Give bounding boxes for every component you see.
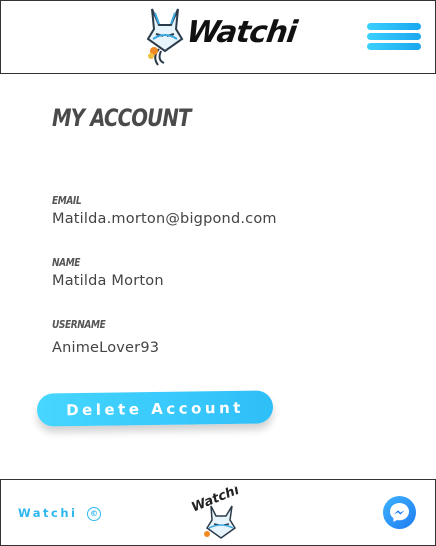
messenger-icon[interactable] bbox=[383, 496, 416, 529]
delete-account-button[interactable]: Delete Account bbox=[36, 390, 274, 427]
email-label: Email bbox=[52, 194, 82, 207]
site-header: Watchi bbox=[0, 0, 436, 74]
menu-bar bbox=[367, 33, 421, 40]
hamburger-menu-icon[interactable] bbox=[367, 23, 421, 51]
copyright-icon: © bbox=[87, 506, 101, 521]
username-value: AnimeLover93 bbox=[52, 340, 160, 356]
fox-mask-logo-icon[interactable] bbox=[144, 5, 186, 71]
menu-bar bbox=[367, 43, 421, 50]
page-title: My Account bbox=[52, 104, 191, 132]
footer-brand-text: Watchi bbox=[18, 506, 78, 520]
brand-wordmark[interactable]: Watchi bbox=[185, 15, 299, 50]
footer-brand[interactable]: Watchi © bbox=[18, 506, 101, 521]
menu-bar bbox=[367, 23, 421, 30]
name-label: Name bbox=[52, 256, 81, 269]
svg-text:Watchi: Watchi bbox=[190, 486, 242, 515]
name-value: Matilda Morton bbox=[52, 273, 164, 289]
email-value: Matilda.morton@bigpond.com bbox=[52, 211, 277, 227]
site-footer: Watchi © Watchi bbox=[0, 479, 436, 546]
username-label: Username bbox=[52, 318, 106, 331]
watchi-mask-logo-icon[interactable]: Watchi bbox=[187, 483, 247, 546]
